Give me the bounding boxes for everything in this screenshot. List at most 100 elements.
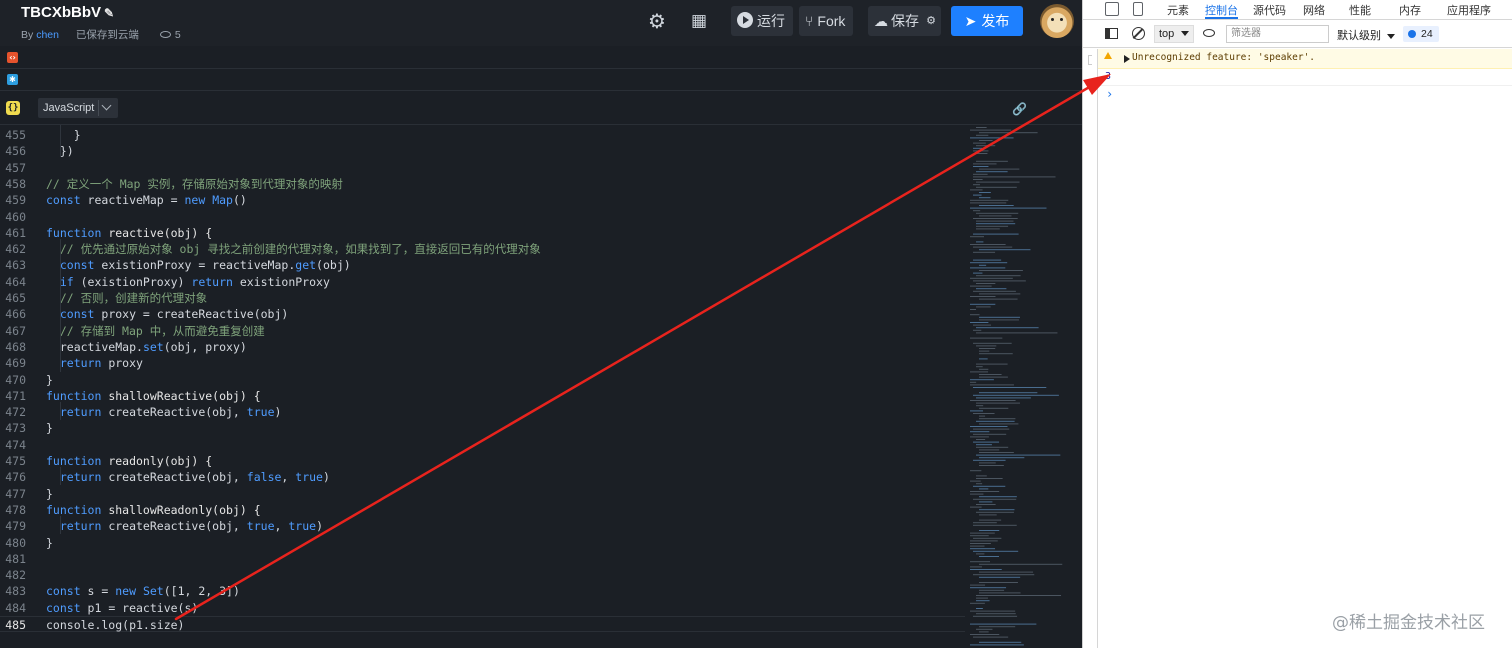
layout-grid-icon[interactable]: ▦ (688, 10, 710, 32)
code-line[interactable]: 478 function shallowReadonly(obj) { (0, 502, 965, 518)
minimap-line (976, 171, 1008, 173)
html-panel-bar[interactable]: ‹› (0, 47, 1082, 69)
code-line[interactable]: 472 return createReactive(obj, true) (0, 404, 965, 420)
run-button-label: 运行 (757, 13, 785, 29)
clear-console-icon[interactable] (1132, 27, 1145, 40)
link-icon[interactable]: 🔗 (1012, 102, 1027, 116)
line-number: 471 (5, 388, 26, 403)
vertical-scrollbar[interactable] (1068, 125, 1082, 648)
minimap-line (973, 259, 1002, 261)
code-editor[interactable]: 455 } 456 }) 457 458// 定义一个 Map 实例，存储原始对象到代… (0, 125, 1082, 648)
project-title-text[interactable]: TBCXbBbV (21, 4, 101, 21)
minimap[interactable] (966, 125, 1066, 648)
line-number: 479 (5, 519, 26, 534)
devtools-tab[interactable]: 源代码 (1253, 2, 1286, 18)
code-line[interactable]: 457 (0, 160, 965, 176)
minimap-line (976, 397, 1031, 399)
code-line[interactable]: 469 return proxy (0, 355, 965, 371)
code-line[interactable]: 483 const s = new Set([1, 2, 3]) (0, 583, 965, 599)
minimap-line (970, 189, 983, 191)
save-button[interactable]: ☁ 保存 ⚙ (868, 6, 941, 36)
code-line[interactable]: 459 const reactiveMap = new Map() (0, 192, 965, 208)
html-icon: ‹› (7, 52, 18, 63)
code-line[interactable]: 473} (0, 420, 965, 436)
line-number: 465 (5, 291, 26, 305)
code-text: console.log(p1.size) (46, 617, 184, 633)
user-avatar[interactable] (1040, 4, 1074, 38)
console-warning[interactable]: Unrecognized feature: 'speaker'. (1098, 49, 1512, 69)
console-filter-input[interactable]: 筛选器 (1226, 25, 1329, 43)
live-expression-eye-icon[interactable] (1203, 29, 1215, 37)
minimap-line (979, 556, 999, 557)
code-line[interactable]: 482 (0, 567, 965, 583)
code-token: Set (142, 584, 164, 599)
edit-pencil-icon[interactable]: ✎ (104, 6, 114, 20)
code-line[interactable]: 474 (0, 437, 965, 453)
expand-triangle-icon[interactable] (1124, 55, 1130, 63)
minimap-line (970, 285, 992, 287)
inspect-element-icon[interactable] (1105, 2, 1119, 16)
css-panel-bar[interactable]: ✱ (0, 69, 1082, 91)
code-line[interactable]: 464 if (existionProxy) return existionPr… (0, 274, 965, 290)
code-line[interactable]: 479 return createReactive(obj, true, tru… (0, 518, 965, 534)
minimap-line (970, 337, 1003, 339)
devtools-tab[interactable]: 内存 (1399, 2, 1421, 18)
issues-badge[interactable]: 24 (1403, 26, 1439, 42)
minimap-line (976, 483, 983, 485)
devtools-tab[interactable]: 控制台 (1205, 2, 1238, 19)
code-line[interactable]: 475 function readonly(obj) { (0, 453, 965, 469)
settings-gear-icon[interactable]: ⚙ (646, 10, 668, 32)
language-select[interactable]: JavaScript (38, 98, 118, 118)
devtools-tab[interactable]: 元素 (1167, 2, 1189, 18)
code-text: function reactive(obj) { (46, 225, 212, 241)
code-line[interactable]: 458 // 定义一个 Map 实例，存储原始对象到代理对象的映射 (0, 176, 965, 192)
devtools-tab[interactable]: 网络 (1303, 2, 1325, 18)
author-link[interactable]: chen (36, 29, 59, 41)
code-line[interactable]: 484 const p1 = reactive(s) (0, 600, 965, 616)
code-token: , (281, 470, 296, 485)
code-line[interactable]: 481 (0, 551, 965, 567)
code-line[interactable]: 468 reactiveMap.set(obj, proxy) (0, 339, 965, 355)
show-sidebar-icon[interactable] (1105, 28, 1118, 39)
device-toolbar-icon[interactable] (1133, 2, 1143, 16)
code-line[interactable]: 465 // 否则，创建新的代理对象 (0, 290, 965, 306)
fork-button[interactable]: ⑂ Fork (799, 6, 854, 36)
code-line[interactable]: 463 const existionProxy = reactiveMap.ge… (0, 257, 965, 273)
send-icon: ➤ (964, 13, 977, 29)
line-number: 472 (5, 405, 26, 420)
minimap-line (979, 298, 1018, 300)
minimap-line (973, 176, 1056, 178)
save-status: 已保存到云端 (75, 29, 139, 41)
log-levels-select[interactable]: 默认级别 (1337, 27, 1395, 43)
code-token: // 否则，创建新的代理对象 (46, 291, 208, 305)
code-line[interactable]: 485 console.log(p1.size) (0, 616, 965, 633)
console-output: Unrecognized feature: 'speaker'. 3 › (1097, 49, 1512, 648)
code-line[interactable]: 476 return createReactive(obj, false, tr… (0, 469, 965, 485)
code-line[interactable]: 460 (0, 209, 965, 225)
run-button[interactable]: 运行 (731, 6, 793, 36)
code-text: // 优先通过原始对象 obj 寻找之前创建的代理对象，如果找到了，直接返回已有… (46, 241, 541, 257)
code-line[interactable]: 462 // 优先通过原始对象 obj 寻找之前创建的代理对象，如果找到了，直接… (0, 241, 965, 257)
code-line[interactable]: 467 // 存储到 Map 中，从而避免重复创建 (0, 323, 965, 339)
code-line[interactable]: 466 const proxy = createReactive(obj) (0, 306, 965, 322)
context-select[interactable]: top (1154, 25, 1194, 43)
code-line[interactable]: 480} (0, 535, 965, 551)
code-line[interactable]: 455 } (0, 127, 965, 143)
minimap-line (976, 628, 993, 630)
devtools-panel: 元素 控制台 源代码 网络 性能 内存 应用程序 top 筛选器 默认级别 24 Unrec… (1082, 0, 1512, 648)
code-line[interactable]: 461 function reactive(obj) { (0, 225, 965, 241)
project-title[interactable]: TBCXbBbV ✎ (21, 4, 114, 21)
code-line[interactable]: 471 function shallowReactive(obj) { (0, 388, 965, 404)
save-settings-icon[interactable]: ⚙ (926, 6, 936, 36)
devtools-tab[interactable]: 性能 (1349, 2, 1371, 18)
code-line[interactable]: 477} (0, 486, 965, 502)
code-text: return createReactive(obj, true, true) (46, 518, 323, 534)
code-line[interactable]: 470} (0, 372, 965, 388)
minimap-line (976, 597, 988, 599)
console-prompt[interactable]: › (1106, 87, 1113, 101)
devtools-tab[interactable]: 应用程序 (1447, 2, 1491, 18)
minimap-line (979, 376, 1008, 378)
code-line[interactable]: 456 }) (0, 143, 965, 159)
publish-button[interactable]: ➤ 发布 (951, 6, 1023, 36)
minimap-line (970, 540, 998, 542)
